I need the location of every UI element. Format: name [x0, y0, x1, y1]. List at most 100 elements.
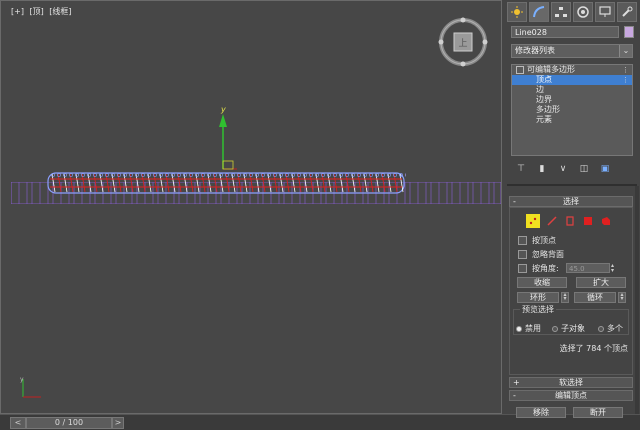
chevron-down-icon[interactable]: ⌄: [619, 45, 632, 57]
angle-input[interactable]: 45.0: [566, 263, 610, 273]
radio-label: 多个: [607, 324, 623, 333]
hierarchy-tab[interactable]: [551, 2, 571, 22]
stack-item-label: 可编辑多边形: [527, 65, 575, 74]
vertex-level-icon[interactable]: [526, 214, 540, 228]
preview-multi-radio[interactable]: 多个: [598, 323, 623, 334]
modifier-stack[interactable]: 可编辑多边形 ⋮ 顶点 ⋮ 边 边界 多边形 元素: [511, 64, 633, 156]
checkbox-label: 忽略背面: [532, 249, 564, 259]
modifier-list-dropdown[interactable]: 修改器列表 ⌄: [511, 44, 633, 58]
viewport[interactable]: [+] [顶] [线框] 上 y y: [0, 0, 502, 414]
motion-icon: [577, 6, 589, 18]
hierarchy-icon: [555, 7, 567, 17]
expand-icon: +: [513, 378, 520, 387]
viewcube-face-label: 上: [458, 38, 467, 49]
make-unique-icon[interactable]: ∨: [557, 163, 569, 175]
subobject-dots-icon: ⋮: [622, 76, 629, 84]
display-icon: [599, 6, 611, 17]
by-vertex-checkbox[interactable]: 按顶点: [518, 235, 556, 245]
subobject-dots-icon: ⋮: [622, 66, 629, 74]
shrink-button[interactable]: 收缩: [517, 277, 567, 288]
show-end-result-icon[interactable]: ▮: [536, 163, 548, 175]
stack-item-element[interactable]: 元素: [512, 115, 632, 125]
ignore-backfacing-checkbox[interactable]: 忽略背面: [518, 249, 564, 259]
element-level-icon[interactable]: [600, 215, 612, 227]
pin-stack-icon[interactable]: ⊤: [515, 163, 527, 175]
next-frame-button[interactable]: >: [112, 417, 124, 429]
create-tab[interactable]: [507, 2, 527, 22]
rollout-title: 选择: [563, 197, 579, 206]
stack-item-vertex[interactable]: 顶点 ⋮: [512, 75, 632, 85]
stack-item-label: 边界: [536, 95, 552, 104]
configure-sets-icon[interactable]: ▣: [599, 163, 611, 175]
break-button[interactable]: 断开: [573, 407, 623, 418]
stack-item-polygon[interactable]: 多边形: [512, 105, 632, 115]
checkbox-box[interactable]: [518, 249, 527, 259]
command-panel: Line028 修改器列表 ⌄ 可编辑多边形 ⋮ 顶点 ⋮ 边 边界 多边形 元素…: [503, 0, 640, 414]
command-panel-tabs: [507, 2, 637, 22]
viewport-view-label[interactable]: [顶]: [30, 7, 44, 16]
collapse-icon: -: [513, 391, 516, 400]
modify-icon: [533, 6, 545, 18]
radio-label: 子对象: [561, 324, 585, 333]
preview-selection-title: 预览选择: [520, 304, 556, 315]
preview-subobject-radio[interactable]: 子对象: [552, 323, 585, 334]
edge-level-icon[interactable]: [546, 215, 558, 227]
svg-text:y: y: [20, 376, 24, 383]
create-icon: [511, 6, 523, 18]
axis-tripod-icon: y: [20, 376, 41, 398]
expand-box-icon[interactable]: [516, 65, 524, 74]
stack-item-label: 边: [536, 85, 544, 94]
by-angle-checkbox[interactable]: 按角度:: [518, 263, 559, 273]
radio-dot[interactable]: [598, 325, 604, 332]
preview-disabled-radio[interactable]: 禁用: [516, 323, 541, 334]
checkbox-box[interactable]: [518, 263, 527, 273]
utilities-icon: [622, 6, 633, 17]
radio-dot[interactable]: [552, 325, 558, 332]
ring-spinner[interactable]: ▴ ▾: [561, 292, 569, 303]
loop-spinner[interactable]: ▴ ▾: [618, 292, 626, 303]
stack-item-label: 多边形: [536, 105, 560, 114]
radio-label: 禁用: [525, 324, 541, 333]
object-name-field[interactable]: Line028: [511, 26, 619, 38]
remove-modifier-icon[interactable]: ◫: [578, 163, 590, 175]
rollout-title: 软选择: [559, 378, 583, 387]
gizmo-axis-label: y: [220, 105, 226, 114]
stack-item-editable-poly[interactable]: 可编辑多边形 ⋮: [512, 65, 632, 75]
panel-scrollbar[interactable]: [635, 186, 639, 414]
viewport-label[interactable]: [+] [顶] [线框]: [11, 6, 75, 17]
prev-frame-button[interactable]: <: [10, 417, 26, 429]
rollout-title: 编辑顶点: [555, 391, 587, 400]
loop-button[interactable]: 循环: [574, 292, 616, 303]
panel-divider: [507, 184, 637, 186]
object-color-swatch[interactable]: [624, 26, 634, 38]
display-tab[interactable]: [595, 2, 615, 22]
selection-status-text: 选择了 784 个顶点: [559, 344, 628, 353]
grow-button[interactable]: 扩大: [576, 277, 626, 288]
stack-toolbar: ⊤ ▮ ∨ ◫ ▣: [511, 160, 633, 178]
collapse-icon: -: [513, 197, 516, 206]
preview-selection-group: 预览选择 禁用 子对象 多个: [513, 304, 629, 335]
transform-gizmo[interactable]: y: [213, 103, 253, 175]
stack-item-border[interactable]: 边界: [512, 95, 632, 105]
viewcube[interactable]: 上: [437, 16, 489, 68]
polygon-level-icon[interactable]: [582, 215, 594, 227]
selection-rollout-header[interactable]: - 选择: [509, 196, 633, 207]
utilities-tab[interactable]: [617, 2, 637, 22]
edit-vertices-rollout-header[interactable]: - 编辑顶点: [509, 390, 633, 401]
stack-item-edge[interactable]: 边: [512, 85, 632, 95]
soft-selection-rollout-header[interactable]: + 软选择: [509, 377, 633, 388]
checkbox-label: 按顶点: [532, 235, 556, 245]
frame-counter[interactable]: 0 / 100: [26, 417, 112, 429]
modify-tab[interactable]: [529, 2, 549, 22]
viewport-menu-plus[interactable]: [+]: [11, 7, 24, 16]
radio-dot[interactable]: [516, 325, 522, 332]
ring-button[interactable]: 环形: [517, 292, 559, 303]
stack-item-label: 元素: [536, 115, 552, 124]
viewport-shading-label[interactable]: [线框]: [49, 7, 71, 16]
checkbox-box[interactable]: [518, 235, 527, 245]
modifier-list-label: 修改器列表: [515, 46, 555, 55]
remove-button[interactable]: 移除: [516, 407, 566, 418]
border-level-icon[interactable]: [564, 215, 576, 227]
motion-tab[interactable]: [573, 2, 593, 22]
angle-spinner[interactable]: ▴ ▾: [611, 263, 617, 274]
